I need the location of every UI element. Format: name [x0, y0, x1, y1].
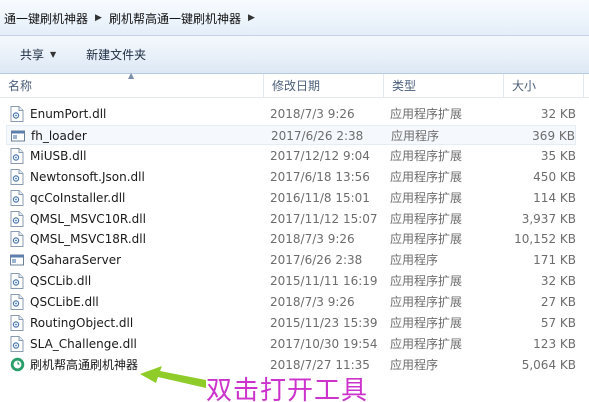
file-row[interactable]: QSCLib.dll 2015/11/11 16:19 应用程序扩展 32 KB [6, 271, 576, 291]
file-row[interactable]: SLA_Challenge.dll 2017/10/30 19:54 应用程序扩展 1… [6, 334, 576, 354]
annotation-text: 双击打开工具 [206, 376, 369, 402]
file-type: 应用程序扩展 [390, 295, 463, 310]
breadcrumb-item-current[interactable]: 刷机帮高通一键刷机神器 [105, 10, 245, 27]
column-header: ▲ 名称 修改日期 类型 大小 [0, 71, 589, 98]
file-name: fh_loader [31, 128, 87, 143]
file-size: 57 KB [540, 316, 576, 330]
file-type: 应用程序 [391, 128, 440, 143]
share-button-label: 共享 [20, 48, 45, 62]
column-name-label: 名称 [8, 79, 33, 93]
file-type: 应用程序扩展 [390, 169, 463, 184]
file-type: 应用程序扩展 [390, 148, 463, 163]
chevron-right-icon[interactable]: ▶ [245, 13, 258, 23]
dll-file-icon [10, 273, 24, 290]
address-bar[interactable]: 通一键刷机神器 ▶ 刷机帮高通一键刷机神器 ▶ [0, 0, 589, 36]
file-size: 32 KB [540, 107, 576, 121]
exe-window-icon [11, 128, 25, 144]
dll-file-icon [10, 231, 24, 248]
file-size: 32 KB [540, 274, 576, 289]
file-name: QSCLib.dll [30, 274, 92, 289]
file-size: 123 KB [533, 336, 576, 351]
file-row[interactable]: QSaharaServer 2017/6/26 2:38 应用程序 171 KB [6, 250, 576, 270]
arrow-left-icon [140, 366, 206, 388]
column-date-label: 修改日期 [272, 79, 321, 93]
dll-file-icon [10, 106, 24, 122]
file-size: 171 KB [533, 253, 576, 268]
column-date[interactable]: 修改日期 [264, 74, 384, 98]
file-type: 应用程序扩展 [390, 211, 463, 226]
file-type: 应用程序扩展 [390, 107, 463, 121]
file-name: MiUSB.dll [30, 148, 87, 163]
file-date: 2017/6/26 2:38 [271, 128, 364, 143]
file-name: EnumPort.dll [30, 107, 107, 121]
file-type: 应用程序 [390, 253, 439, 268]
caret-down-icon: ▼ [50, 50, 57, 59]
file-row[interactable]: EnumPort.dll 2018/7/3 9:26 应用程序扩展 32 KB [6, 104, 576, 124]
file-name: QMSL_MSVC10R.dll [30, 211, 146, 226]
file-size: 114 KB [533, 190, 576, 205]
file-type: 应用程序扩展 [390, 274, 463, 289]
file-date: 2015/11/11 16:19 [270, 274, 378, 289]
file-size: 3,937 KB [521, 211, 576, 226]
file-size: 369 KB [532, 128, 575, 143]
column-name[interactable]: 名称 [0, 74, 264, 98]
file-name: qcCoInstaller.dll [30, 190, 126, 205]
file-date: 2015/11/23 15:39 [270, 316, 378, 330]
column-size[interactable]: 大小 [504, 74, 584, 98]
file-type: 应用程序扩展 [390, 336, 463, 351]
breadcrumb-item-parent[interactable]: 通一键刷机神器 [0, 10, 92, 27]
chevron-right-icon[interactable]: ▶ [92, 13, 105, 23]
file-name: QMSL_MSVC18R.dll [30, 232, 146, 247]
new-folder-button-label: 新建文件夹 [86, 48, 147, 62]
file-row[interactable]: qcCoInstaller.dll 2016/11/8 15:01 应用程序扩展 11… [6, 188, 576, 208]
dll-file-icon [10, 189, 24, 206]
file-row[interactable]: QSCLibE.dll 2018/7/3 9:26 应用程序扩展 27 KB [6, 292, 576, 312]
annotation: 双击打开工具 [140, 366, 400, 402]
file-type: 应用程序扩展 [390, 232, 463, 247]
file-date: 2018/7/3 9:26 [270, 295, 355, 310]
file-name: QSaharaServer [30, 253, 122, 268]
file-date: 2017/6/26 2:38 [270, 253, 363, 268]
file-size: 35 KB [540, 148, 576, 163]
dll-file-icon [10, 294, 24, 311]
file-type: 应用程序扩展 [390, 316, 463, 330]
file-name: Newtonsoft.Json.dll [30, 169, 145, 184]
column-type[interactable]: 类型 [384, 74, 504, 98]
file-row[interactable]: QMSL_MSVC18R.dll 2018/7/3 9:26 应用程序扩展 10,15… [6, 229, 576, 249]
file-date: 2018/7/3 9:26 [270, 232, 355, 247]
dll-file-icon [10, 147, 24, 164]
file-name: SLA_Challenge.dll [30, 336, 137, 351]
file-row[interactable]: Newtonsoft.Json.dll 2017/6/18 13:56 应用程序扩展… [6, 167, 576, 187]
file-size: 5,064 KB [521, 357, 576, 372]
exe-window-icon [10, 252, 24, 268]
file-row[interactable]: MiUSB.dll 2017/12/12 9:04 应用程序扩展 35 KB [6, 146, 576, 166]
new-folder-button[interactable]: 新建文件夹 [78, 42, 154, 68]
dll-file-icon [10, 335, 24, 352]
file-date: 2017/12/12 9:04 [270, 148, 370, 163]
app-logo-icon [10, 357, 25, 373]
dll-file-icon [10, 168, 24, 185]
file-date: 2017/11/12 15:07 [270, 211, 378, 226]
file-size: 10,152 KB [514, 232, 576, 247]
file-type: 应用程序扩展 [390, 190, 463, 205]
share-button[interactable]: 共享 ▼ [12, 42, 64, 68]
column-size-label: 大小 [512, 79, 537, 93]
file-row[interactable]: fh_loader 2017/6/26 2:38 应用程序 369 KB [6, 124, 576, 145]
file-date: 2016/11/8 15:01 [270, 190, 370, 205]
file-name: RoutingObject.dll [30, 316, 134, 330]
file-date: 2017/6/18 13:56 [270, 169, 370, 184]
file-date: 2017/10/30 19:54 [270, 336, 378, 351]
dll-file-icon [10, 315, 24, 331]
file-date: 2018/7/3 9:26 [270, 107, 355, 121]
file-row[interactable]: RoutingObject.dll 2015/11/23 15:39 应用程序扩展 5… [6, 313, 576, 333]
dll-file-icon [10, 210, 24, 227]
file-row[interactable]: QMSL_MSVC10R.dll 2017/11/12 15:07 应用程序扩展 3,… [6, 209, 576, 229]
file-size: 27 KB [540, 295, 576, 310]
file-name: QSCLibE.dll [30, 295, 99, 310]
file-name: 刷机帮高通刷机神器 [30, 357, 139, 372]
breadcrumb: 通一键刷机神器 ▶ 刷机帮高通一键刷机神器 ▶ [0, 7, 258, 29]
file-size: 450 KB [533, 169, 576, 184]
toolbar: 共享 ▼ 新建文件夹 [0, 36, 589, 74]
column-type-label: 类型 [392, 79, 417, 93]
